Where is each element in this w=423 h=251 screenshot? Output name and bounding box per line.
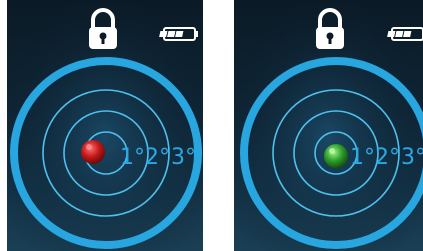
label-2-degree: 2° [375,145,400,170]
level-screen-graphic: 1° 2° 3° [7,0,203,251]
level-screen-graphic: 1° 2° 3° [234,0,423,251]
level-screen-left: 1° 2° 3° [7,0,203,251]
label-1-degree: 1° [120,145,145,170]
label-2-degree: 2° [145,145,170,170]
level-bubble [324,144,348,168]
level-bubble [81,140,105,164]
label-3-degree: 3° [171,145,196,170]
level-screen-right: 1° 2° 3° [234,0,423,251]
bubble-highlight [86,144,92,150]
level-display-comparison: 1° 2° 3° 1° 2° 3° [0,0,423,251]
bubble-highlight [329,148,335,154]
label-3-degree: 3° [401,145,423,170]
label-1-degree: 1° [350,145,375,170]
